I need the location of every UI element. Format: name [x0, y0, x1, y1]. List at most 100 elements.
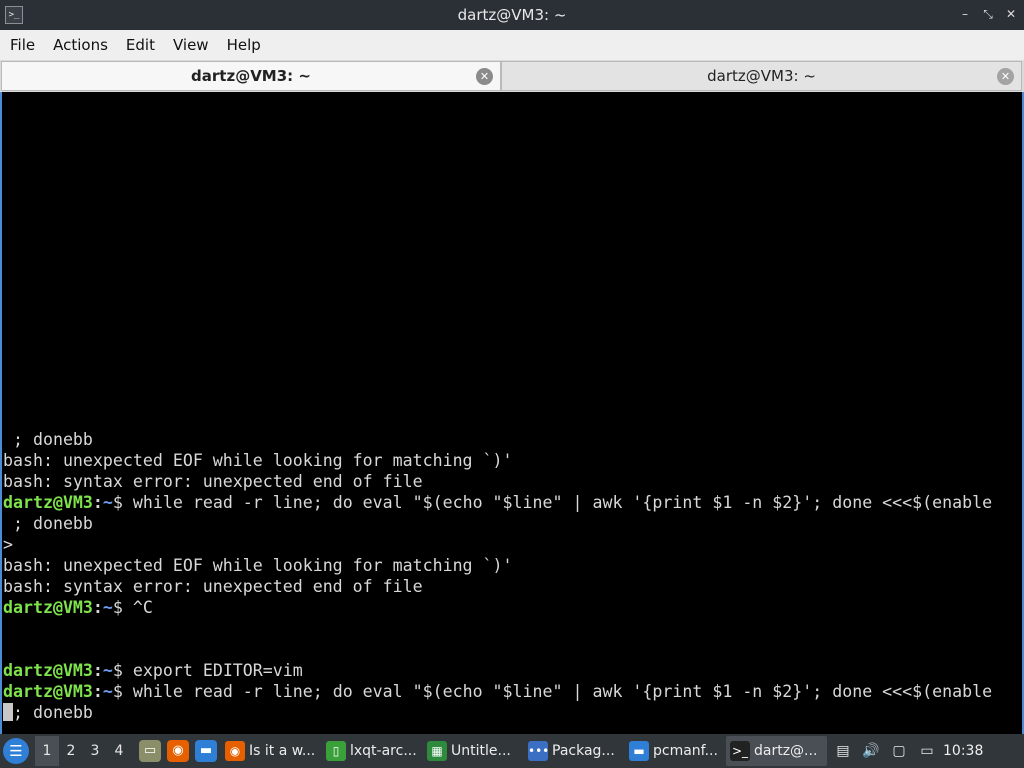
menu-view[interactable]: View — [167, 30, 215, 60]
window-titlebar[interactable]: >_ dartz@VM3: ~ – ⤡ ✕ — [0, 0, 1024, 30]
minimize-icon[interactable]: – — [958, 6, 972, 22]
prompt-separator: : — [92, 493, 103, 512]
show-desktop-icon[interactable]: ▭ — [139, 740, 161, 762]
tab-terminal-2[interactable]: dartz@VM3: ~ ✕ — [501, 61, 1022, 91]
terminal-output: ; donebb bash: unexpected EOF while looki… — [3, 429, 1022, 723]
package-icon: ••• — [528, 741, 549, 761]
firefox-icon: ◉ — [225, 741, 245, 761]
line-text: bash: syntax error: unexpected end of fi… — [3, 472, 423, 491]
taskbar-button[interactable]: ••• Packag... — [524, 736, 625, 766]
menu-help[interactable]: Help — [221, 30, 267, 60]
line-text: export EDITOR=vim — [132, 661, 303, 680]
line-text: while read -r line; do eval "$(echo "$li… — [132, 493, 993, 512]
firefox-icon[interactable]: ◉ — [167, 740, 189, 762]
clipboard-icon[interactable]: ▤ — [833, 741, 853, 761]
prompt-symbol: $ — [112, 682, 133, 701]
terminal-line: bash: unexpected EOF while looking for m… — [3, 555, 1022, 576]
line-text: while read -r line; do eval "$(echo "$li… — [132, 682, 993, 701]
menu-edit[interactable]: Edit — [120, 30, 161, 60]
terminal-view[interactable]: ; donebb bash: unexpected EOF while looki… — [0, 92, 1024, 734]
terminal-line: dartz@VM3:~$ ^C — [3, 597, 1022, 618]
line-text: > — [3, 535, 13, 554]
terminal-line: dartz@VM3:~$ while read -r line; do eval… — [3, 492, 1022, 513]
quick-launch: ▭ ◉ ▬ — [139, 740, 217, 762]
terminal-line: bash: syntax error: unexpected end of fi… — [3, 576, 1022, 597]
line-text: ^C — [132, 598, 153, 617]
terminal-line: ; donebb — [3, 702, 1022, 723]
line-text: ; donebb — [3, 514, 93, 533]
prompt-path: ~ — [102, 682, 113, 701]
network-icon[interactable]: ▭ — [917, 741, 937, 761]
taskbar-button-label: pcmanf... — [653, 743, 718, 759]
terminal-icon: >_ — [730, 741, 750, 761]
tab-close-icon[interactable]: ✕ — [476, 68, 493, 85]
terminal-app-icon[interactable]: >_ — [5, 6, 23, 24]
desktop-3[interactable]: 3 — [83, 736, 107, 766]
volume-icon[interactable]: 🔊 — [861, 741, 881, 761]
taskbar-button-label: Is it a w... — [249, 743, 316, 759]
file-manager-icon: ▬ — [629, 741, 649, 761]
terminal-line: ; donebb — [3, 513, 1022, 534]
prompt-separator: : — [92, 598, 103, 617]
terminal-line: dartz@VM3:~$ export EDITOR=vim — [3, 660, 1022, 681]
menu-bar: File Actions Edit View Help — [0, 30, 1024, 60]
tab-bar: dartz@VM3: ~ ✕ dartz@VM3: ~ ✕ — [0, 60, 1024, 92]
desktop-switcher: 1 2 3 4 — [35, 736, 131, 766]
desktop-1[interactable]: 1 — [35, 736, 59, 766]
system-tray: ▤ 🔊 ▢ ▭ — [833, 741, 937, 761]
notes-icon[interactable]: ▢ — [889, 741, 909, 761]
close-icon[interactable]: ✕ — [1004, 6, 1018, 22]
line-text: bash: syntax error: unexpected end of fi… — [3, 577, 423, 596]
menu-file[interactable]: File — [4, 30, 41, 60]
prompt-symbol: $ — [112, 661, 133, 680]
tab-close-icon[interactable]: ✕ — [997, 68, 1014, 85]
taskbar-button[interactable]: ◉ Is it a w... — [221, 736, 322, 766]
window-title: dartz@VM3: ~ — [457, 6, 567, 24]
folder-icon[interactable]: ▬ — [195, 740, 217, 762]
taskbar-button[interactable]: >_ dartz@... — [726, 736, 827, 766]
clock[interactable]: 10:38 — [943, 743, 983, 759]
prompt-user: dartz@VM3 — [3, 661, 93, 680]
prompt-path: ~ — [102, 598, 113, 617]
prompt-path: ~ — [102, 661, 113, 680]
prompt-path: ~ — [102, 493, 113, 512]
tab-label: dartz@VM3: ~ — [191, 67, 311, 85]
line-text: ; donebb — [3, 430, 93, 449]
taskbar-button-label: Untitle... — [451, 743, 511, 759]
taskbar-button-label: dartz@... — [754, 743, 818, 759]
prompt-separator: : — [92, 661, 103, 680]
terminal-line: > — [3, 534, 1022, 555]
prompt-symbol: $ — [112, 493, 133, 512]
prompt-separator: : — [92, 682, 103, 701]
line-text: bash: unexpected EOF while looking for m… — [3, 451, 513, 470]
terminal-line: ; donebb — [3, 429, 1022, 450]
taskbar-button[interactable]: ▦ Untitle... — [423, 736, 524, 766]
desktop-2[interactable]: 2 — [59, 736, 83, 766]
prompt-user: dartz@VM3 — [3, 493, 93, 512]
line-text: bash: unexpected EOF while looking for m… — [3, 556, 513, 575]
prompt-symbol: $ — [112, 598, 133, 617]
taskbar-button[interactable]: ▯ lxqt-arc... — [322, 736, 423, 766]
terminal-line: bash: syntax error: unexpected end of fi… — [3, 471, 1022, 492]
text-file-icon: ▯ — [326, 741, 346, 761]
line-text: ; donebb — [13, 703, 93, 722]
prompt-user: dartz@VM3 — [3, 598, 93, 617]
menu-icon[interactable]: ☰ — [3, 738, 29, 764]
task-list: ◉ Is it a w... ▯ lxqt-arc... ▦ Untitle... ••• P… — [221, 736, 827, 766]
taskbar-button[interactable]: ▬ pcmanf... — [625, 736, 726, 766]
desktop-4[interactable]: 4 — [107, 736, 131, 766]
prompt-user: dartz@VM3 — [3, 682, 93, 701]
tab-terminal-1[interactable]: dartz@VM3: ~ ✕ — [1, 61, 501, 91]
text-cursor — [3, 703, 13, 721]
tab-label: dartz@VM3: ~ — [707, 67, 816, 85]
spreadsheet-icon: ▦ — [427, 741, 447, 761]
taskbar: ☰ 1 2 3 4 ▭ ◉ ▬ ◉ Is it a w... ▯ lxqt-arc... ▦… — [0, 734, 1024, 768]
terminal-line: bash: unexpected EOF while looking for m… — [3, 450, 1022, 471]
maximize-icon[interactable]: ⤡ — [981, 6, 995, 22]
terminal-line: dartz@VM3:~$ while read -r line; do eval… — [3, 681, 1022, 702]
menu-actions[interactable]: Actions — [47, 30, 114, 60]
taskbar-button-label: Packag... — [552, 743, 615, 759]
taskbar-button-label: lxqt-arc... — [350, 743, 417, 759]
